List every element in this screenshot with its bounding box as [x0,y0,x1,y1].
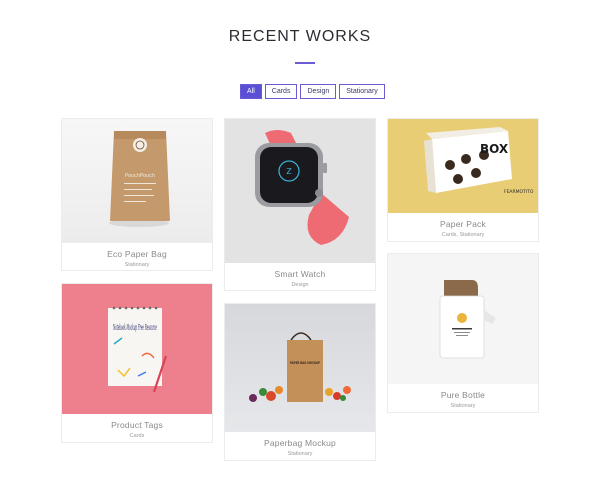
product-tags-image[interactable]: Notebook Mockup Free Resource [62,284,212,414]
portfolio-item-smart-watch[interactable]: Z Smart Watch Design [224,118,376,291]
portfolio-item-eco-paper-bag[interactable]: PouchPouch Eco Paper Bag Stationary [61,118,213,271]
card-title[interactable]: Paper Pack [388,219,538,229]
card-title[interactable]: Pure Bottle [388,390,538,400]
pouch-brand-text: PouchPouch [125,173,155,179]
filter-design-button[interactable]: Design [300,84,337,99]
filter-stationary-button[interactable]: Stationary [339,84,385,99]
portfolio-item-paper-pack[interactable]: BOX FEARMOTITO Paper Pack Cards, Station… [387,118,539,242]
paperbag-mockup-image[interactable]: PAPER BAG MOCKUP [225,304,375,432]
card-category: Stationary [450,403,476,409]
filter-bar: All Cards Design Stationary [240,84,385,99]
card-title[interactable]: Eco Paper Bag [62,249,212,259]
portfolio-item-product-tags[interactable]: Notebook Mockup Free Resource Product Ta… [61,283,213,443]
filter-all-button[interactable]: All [240,84,262,99]
svg-text:Z: Z [286,167,292,176]
card-category: Cards, Stationary [441,232,485,238]
bag-label: PAPER BAG MOCKUP [290,360,320,365]
title-underline [295,62,315,64]
section-title: RECENT WORKS [228,28,372,45]
card-title[interactable]: Smart Watch [225,269,375,279]
pure-bottle-image[interactable] [388,254,538,384]
eco-paper-bag-image[interactable]: PouchPouch [62,119,212,243]
smart-watch-image[interactable]: Z [225,119,375,263]
box-brand: FEARMOTITO [504,189,534,195]
card-category: Stationary [124,262,150,268]
filter-cards-button[interactable]: Cards [264,84,298,99]
card-category: Cards [129,433,145,439]
paper-pack-image[interactable]: BOX FEARMOTITO [388,119,538,213]
card-category: Design [291,282,309,288]
card-title[interactable]: Product Tags [62,420,212,430]
box-label: BOX [480,142,509,156]
card-category: Stationary [287,451,313,457]
card-title[interactable]: Paperbag Mockup [225,438,375,448]
portfolio-item-pure-bottle[interactable]: Pure Bottle Stationary [387,253,539,413]
portfolio-item-paperbag-mockup[interactable]: PAPER BAG MOCKUP Paperbag Mockup Station… [224,303,376,461]
notebook-text: Notebook Mockup Free Resource [113,323,157,332]
